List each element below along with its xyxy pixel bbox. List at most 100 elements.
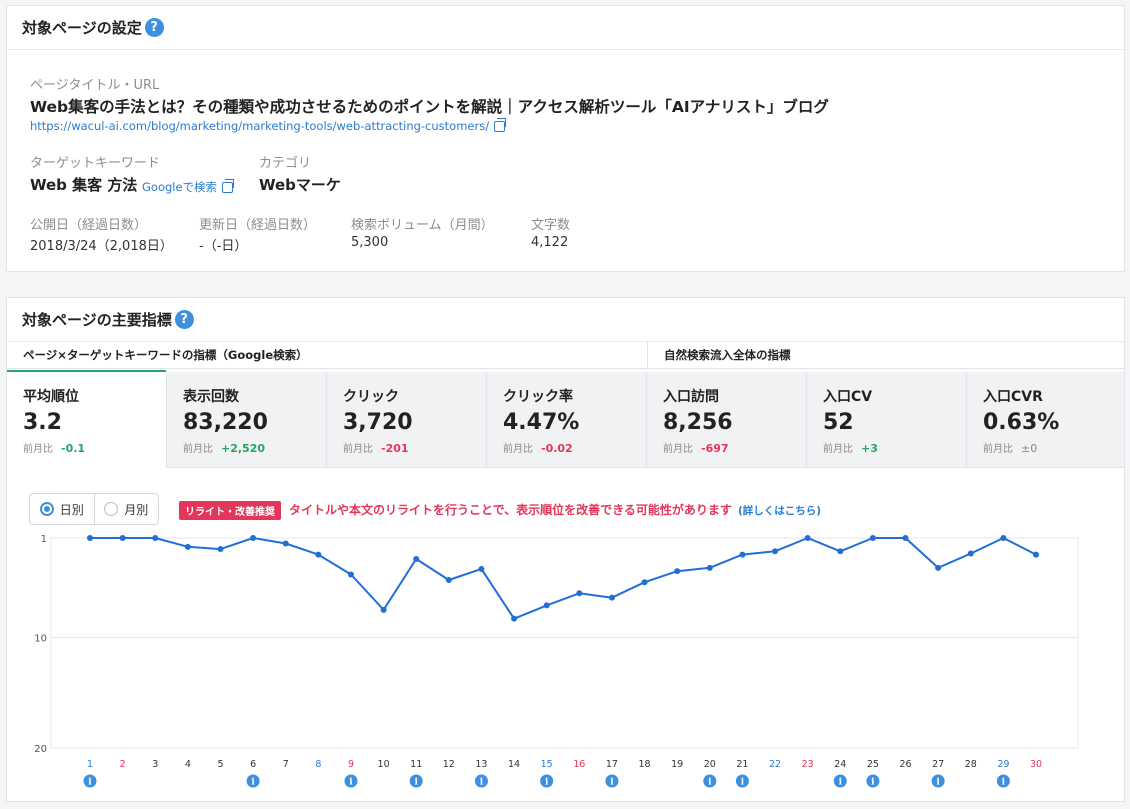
x-tick-label: 5: [217, 759, 223, 770]
x-tick-label: 7: [283, 759, 289, 770]
x-tick-label: 21: [736, 759, 748, 770]
data-point: [772, 548, 779, 555]
keyword-label: ターゲットキーワード: [30, 156, 161, 171]
data-point: [413, 556, 420, 562]
data-point: [837, 548, 844, 555]
x-tick-label: 20: [704, 759, 716, 770]
data-point: [739, 551, 746, 558]
info-icon-glyph: i: [349, 778, 353, 788]
x-tick-label: 6: [250, 759, 256, 770]
info-icon-glyph: i: [88, 778, 92, 788]
x-tick-label: 23: [802, 759, 814, 770]
published-value: 2018/3/24（2,018日）: [30, 239, 173, 254]
volume-value: 5,300: [351, 235, 389, 250]
data-point: [706, 564, 713, 571]
info-icon-glyph: i: [708, 778, 712, 788]
rank-line-chart: 110201 2 3 4 5 6 7 8 9 10 11 12 13 14 15 16 17 18 19 20 21 22…: [34, 534, 1079, 788]
chars-value: 4,122: [531, 235, 569, 250]
chars-label: 文字数: [531, 218, 571, 233]
volume-label: 検索ボリューム（月間）: [351, 218, 494, 233]
google-search-link[interactable]: Googleで検索: [142, 178, 235, 195]
x-tick-label: 27: [932, 759, 944, 770]
target-page-settings-card: 対象ページの設定 ? ページタイトル・URL Web集客の手法とは？その種類や成…: [6, 5, 1125, 272]
info-icon-glyph: i: [1002, 778, 1006, 788]
page-url-link[interactable]: https://wacul-ai.com/blog/marketing/mark…: [30, 117, 507, 133]
page-url[interactable]: https://wacul-ai.com/blog/marketing/mark…: [30, 119, 489, 133]
data-point: [152, 535, 159, 541]
data-point: [1000, 535, 1007, 541]
info-icon-glyph: i: [839, 778, 843, 788]
data-point: [804, 535, 811, 541]
x-tick-label: 4: [185, 759, 191, 770]
x-tick-label: 9: [348, 759, 354, 770]
x-tick-label: 1: [87, 759, 93, 770]
data-point: [445, 577, 452, 583]
info-icon-glyph: i: [610, 778, 614, 788]
y-tick-label: 1: [41, 534, 47, 545]
data-point: [119, 535, 126, 541]
help-icon[interactable]: ?: [144, 18, 164, 37]
x-tick-label: 30: [1030, 759, 1042, 770]
info-icon-glyph: i: [414, 778, 418, 788]
data-point: [380, 606, 387, 613]
category-label: カテゴリ: [259, 156, 312, 171]
info-icon-glyph: i: [480, 778, 484, 788]
updated-label: 更新日（経過日数）: [199, 218, 317, 233]
x-tick-label: 28: [965, 759, 977, 770]
x-tick-label: 14: [508, 759, 520, 770]
data-point: [674, 568, 681, 575]
page-title: Web集客の手法とは？その種類や成功させるためのポイントを解説｜アクセス解析ツー…: [30, 98, 829, 116]
google-search-text[interactable]: Googleで検索: [142, 179, 217, 195]
data-point: [184, 543, 191, 550]
series-line: [90, 537, 1037, 620]
x-tick-label: 22: [769, 759, 781, 770]
x-tick-label: 15: [541, 759, 553, 770]
x-tick-label: 2: [120, 759, 126, 770]
data-point: [902, 535, 909, 541]
x-tick-label: 18: [639, 759, 651, 770]
settings-header: 対象ページの設定 ?: [7, 6, 1124, 50]
data-point: [282, 540, 289, 547]
info-icon-glyph: i: [545, 778, 549, 788]
x-tick-label: 26: [899, 759, 911, 770]
data-point: [869, 535, 876, 541]
data-point: [576, 590, 583, 597]
data-point: [511, 615, 518, 622]
x-tick-label: 24: [834, 759, 846, 770]
x-tick-label: 17: [606, 759, 618, 770]
data-point: [935, 564, 942, 571]
x-tick-label: 19: [671, 759, 683, 770]
copy-icon[interactable]: [222, 178, 235, 193]
data-point: [87, 535, 93, 541]
info-icon-glyph: i: [936, 778, 940, 788]
x-tick-label: 3: [152, 759, 158, 770]
x-tick-label: 25: [867, 759, 879, 770]
page-title-label: ページタイトル・URL: [30, 78, 160, 93]
x-tick-label: 13: [475, 759, 487, 770]
copy-icon[interactable]: [494, 117, 507, 132]
target-keyword: Web 集客 方法: [30, 176, 138, 194]
key-metrics-card: 対象ページの主要指標 ? ページ×ターゲットキーワードの指標（Google検索）…: [6, 297, 1125, 802]
data-point: [967, 550, 974, 557]
x-tick-label: 10: [378, 759, 390, 770]
info-icon-glyph: i: [741, 778, 745, 788]
updated-value: -（-日）: [199, 239, 248, 254]
y-tick-label: 10: [34, 633, 47, 644]
data-point: [250, 535, 257, 541]
data-point: [641, 579, 648, 586]
data-point: [347, 571, 354, 578]
published-label: 公開日（経過日数）: [30, 218, 148, 233]
x-tick-label: 12: [443, 759, 455, 770]
data-point: [543, 602, 550, 609]
info-icon-glyph: i: [251, 778, 255, 788]
category-value: Webマーケ: [259, 176, 341, 194]
y-tick-label: 20: [34, 744, 47, 755]
data-point: [608, 594, 615, 601]
plot-frame: [50, 537, 1079, 749]
data-point: [315, 551, 322, 558]
data-point: [478, 565, 485, 572]
x-tick-label: 16: [573, 759, 585, 770]
x-tick-label: 29: [997, 759, 1009, 770]
info-icon-glyph: i: [871, 778, 875, 788]
x-tick-label: 11: [410, 759, 422, 770]
